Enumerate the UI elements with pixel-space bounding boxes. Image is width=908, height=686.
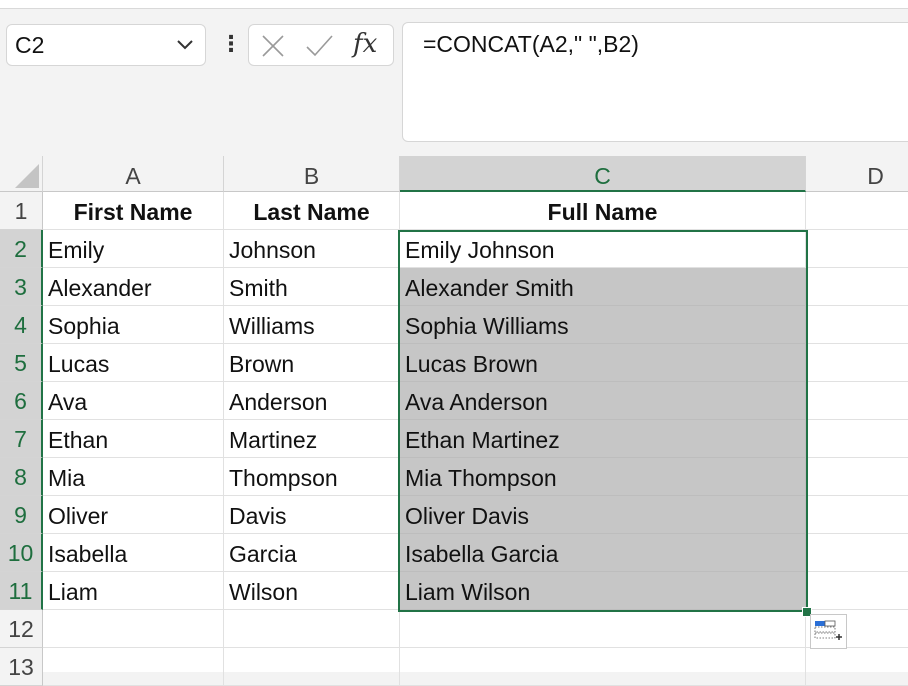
cell-b9[interactable]: Davis (224, 496, 400, 534)
cell-c5[interactable]: Lucas Brown (400, 344, 806, 382)
cell-d1[interactable] (806, 192, 908, 230)
cell-a1[interactable]: First Name (43, 192, 224, 230)
cell-c10[interactable]: Isabella Garcia (400, 534, 806, 572)
cell-d2[interactable] (806, 230, 908, 268)
row-header-4[interactable]: 4 (0, 306, 43, 344)
cell-a8[interactable]: Mia (43, 458, 224, 496)
cell-b11[interactable]: Wilson (224, 572, 400, 610)
cell-c7[interactable]: Ethan Martinez (400, 420, 806, 458)
cell-d13[interactable] (806, 648, 908, 686)
cell-d5[interactable] (806, 344, 908, 382)
cell-b13[interactable] (224, 648, 400, 686)
cell-b5[interactable]: Brown (224, 344, 400, 382)
cell-c3[interactable]: Alexander Smith (400, 268, 806, 306)
name-box-value: C2 (15, 31, 45, 58)
cell-c11[interactable]: Liam Wilson (400, 572, 806, 610)
cell-a11[interactable]: Liam (43, 572, 224, 610)
chevron-down-icon[interactable] (175, 35, 195, 55)
cell-c12[interactable] (400, 610, 806, 648)
fx-icon[interactable]: fx (353, 29, 377, 59)
cell-c4[interactable]: Sophia Williams (400, 306, 806, 344)
cell-b8[interactable]: Thompson (224, 458, 400, 496)
row-header-1[interactable]: 1 (0, 192, 43, 230)
cell-b12[interactable] (224, 610, 400, 648)
cell-a9[interactable]: Oliver (43, 496, 224, 534)
cell-d8[interactable] (806, 458, 908, 496)
cell-a7[interactable]: Ethan (43, 420, 224, 458)
row-header-11[interactable]: 11 (0, 572, 43, 610)
quick-analysis-icon (814, 620, 842, 640)
cell-a3[interactable]: Alexander (43, 268, 224, 306)
row-header-8[interactable]: 8 (0, 458, 43, 496)
select-all-corner[interactable] (0, 156, 43, 192)
cell-d10[interactable] (806, 534, 908, 572)
row-header-5[interactable]: 5 (0, 344, 43, 382)
cell-b10[interactable]: Garcia (224, 534, 400, 572)
cancel-x-icon[interactable] (259, 33, 287, 59)
cell-b7[interactable]: Martinez (224, 420, 400, 458)
cell-a10[interactable]: Isabella (43, 534, 224, 572)
row-header-9[interactable]: 9 (0, 496, 43, 534)
cell-b4[interactable]: Williams (224, 306, 400, 344)
cell-d4[interactable] (806, 306, 908, 344)
row-header-7[interactable]: 7 (0, 420, 43, 458)
name-box[interactable]: C2 (6, 24, 206, 66)
cell-d9[interactable] (806, 496, 908, 534)
cell-c6[interactable]: Ava Anderson (400, 382, 806, 420)
cell-b3[interactable]: Smith (224, 268, 400, 306)
cell-a6[interactable]: Ava (43, 382, 224, 420)
row-header-6[interactable]: 6 (0, 382, 43, 420)
cell-b2[interactable]: Johnson (224, 230, 400, 268)
more-vertical-icon[interactable]: ⋮ (220, 32, 242, 56)
column-header-c[interactable]: C (400, 156, 806, 192)
cell-c13[interactable] (400, 648, 806, 686)
row-header-12[interactable]: 12 (0, 610, 43, 648)
column-header-d[interactable]: D (806, 156, 908, 192)
cell-d3[interactable] (806, 268, 908, 306)
cell-d6[interactable] (806, 382, 908, 420)
row-header-3[interactable]: 3 (0, 268, 43, 306)
column-header-b[interactable]: B (224, 156, 400, 192)
formula-buttons: fx (248, 24, 394, 66)
cell-a4[interactable]: Sophia (43, 306, 224, 344)
cell-a5[interactable]: Lucas (43, 344, 224, 382)
cell-d11[interactable] (806, 572, 908, 610)
row-header-13[interactable]: 13 (0, 648, 43, 686)
cell-c2[interactable]: Emily Johnson (400, 230, 806, 268)
ribbon-edge (0, 0, 908, 9)
checkmark-icon[interactable] (305, 33, 333, 59)
cell-b6[interactable]: Anderson (224, 382, 400, 420)
quick-analysis-button[interactable] (810, 614, 847, 649)
cell-c9[interactable]: Oliver Davis (400, 496, 806, 534)
cell-c8[interactable]: Mia Thompson (400, 458, 806, 496)
cell-a2[interactable]: Emily (43, 230, 224, 268)
column-header-a[interactable]: A (43, 156, 224, 192)
worksheet-grid[interactable]: A B C D 1 2 3 4 5 6 7 8 9 10 11 12 13 First Name Las… (0, 156, 908, 686)
formula-text: =CONCAT(A2," ",B2) (423, 31, 639, 57)
row-header-10[interactable]: 10 (0, 534, 43, 572)
cell-c1[interactable]: Full Name (400, 192, 806, 230)
row-header-2[interactable]: 2 (0, 230, 43, 268)
cell-b1[interactable]: Last Name (224, 192, 400, 230)
formula-input[interactable]: =CONCAT(A2," ",B2) (402, 22, 908, 142)
cell-d7[interactable] (806, 420, 908, 458)
cell-a13[interactable] (43, 648, 224, 686)
cell-a12[interactable] (43, 610, 224, 648)
